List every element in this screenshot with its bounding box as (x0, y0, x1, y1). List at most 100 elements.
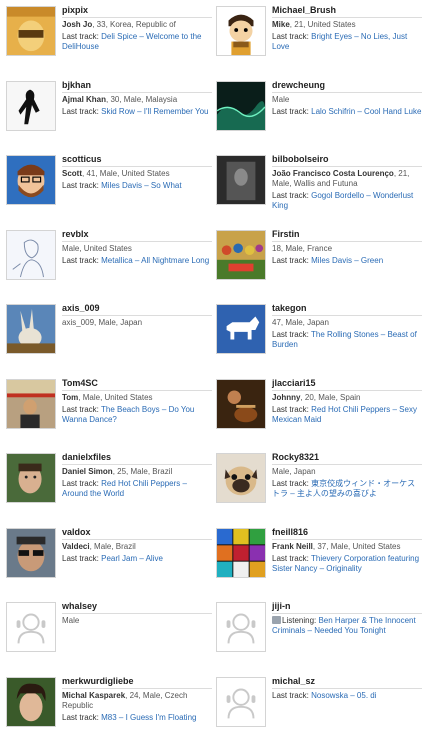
user-info: whalsey Male (62, 600, 212, 626)
username-link[interactable]: drewcheung (272, 79, 422, 93)
user-card: whalsey Male (0, 596, 216, 668)
real-name: Michal Kasparek (62, 691, 126, 700)
username-link[interactable]: bilbobolseiro (272, 153, 422, 167)
user-info: valdox Valdeci, Male, Brazil Last track: P… (62, 526, 212, 564)
default-avatar-icon[interactable] (6, 602, 56, 652)
real-name: Ajmal Khan (62, 95, 107, 104)
user-info: revblx Male, United States Last track: Met… (62, 228, 212, 266)
username-link[interactable]: whalsey (62, 600, 212, 614)
user-card: Tom4SC Tom, Male, United States Last track… (0, 373, 216, 445)
real-name: Josh Jo (62, 20, 93, 29)
user-demographics: , 21, United States (289, 20, 356, 29)
track-link[interactable]: Metallica – All Nightmare Long (101, 256, 209, 265)
track-link[interactable]: Skid Row – I'll Remember You (101, 107, 208, 116)
username-link[interactable]: jiji-n (272, 600, 422, 614)
last-track-label: Last track: (62, 479, 102, 488)
track-link[interactable]: Miles Davis – So What (101, 181, 181, 190)
user-details: João Francisco Costa Lourenço, 21, Male,… (272, 169, 422, 189)
user-card: bjkhan Ajmal Khan, 30, Male, Malaysia Last… (0, 75, 216, 147)
username-link[interactable]: axis_009 (62, 302, 212, 316)
last-track: Last track: Miles Davis – Green (272, 256, 422, 266)
user-avatar-rabbit[interactable] (6, 304, 56, 354)
username-link[interactable]: danielxfiles (62, 451, 212, 465)
user-details: Johnny, 20, Male, Spain (272, 393, 422, 403)
last-track: Last track: Pearl Jam – Alive (62, 554, 212, 564)
username-link[interactable]: Tom4SC (62, 377, 212, 391)
user-avatar-photo[interactable] (216, 379, 266, 429)
username-link[interactable]: michal_sz (272, 675, 422, 689)
last-track-label: Last track: (272, 479, 312, 488)
user-avatar-silhouette[interactable] (6, 81, 56, 131)
real-name: Frank Neill (272, 542, 313, 551)
last-track: Last track: Red Hot Chili Peppers – Sexy… (272, 405, 422, 425)
user-avatar-album-art[interactable] (216, 230, 266, 280)
default-avatar-icon[interactable] (216, 677, 266, 727)
user-avatar-sketch[interactable] (6, 230, 56, 280)
track-link[interactable]: M83 – I Guess I'm Floating (101, 713, 196, 722)
user-card: Rocky8321 Male, Japan Last track: 東京佼成ウィンド… (210, 447, 426, 519)
user-avatar-cartoon[interactable] (216, 6, 266, 56)
user-avatar-photo[interactable] (6, 677, 56, 727)
user-avatar-photo[interactable] (6, 528, 56, 578)
user-avatar-photo[interactable] (216, 155, 266, 205)
username-link[interactable]: fneill816 (272, 526, 422, 540)
user-avatar-collage[interactable] (216, 528, 266, 578)
username-link[interactable]: takegon (272, 302, 422, 316)
username-link[interactable]: Firstin (272, 228, 422, 242)
user-details: Ajmal Khan, 30, Male, Malaysia (62, 95, 212, 105)
last-track-label: Last track: (62, 256, 102, 265)
last-track: Last track: Thievery Corporation featuri… (272, 554, 422, 574)
username-link[interactable]: merkwurdigliebe (62, 675, 212, 689)
real-name: Scott (62, 169, 82, 178)
user-avatar-photo[interactable] (6, 379, 56, 429)
user-avatar-cartoon[interactable] (6, 155, 56, 205)
user-info: merkwurdigliebe Michal Kasparek, 24, Male… (62, 675, 212, 723)
user-avatar-photo[interactable] (6, 6, 56, 56)
track-link[interactable]: Pearl Jam – Alive (101, 554, 163, 563)
user-details: Josh Jo, 33, Korea, Republic of (62, 20, 212, 30)
last-track: Last track: Gogol Bordello – Wonderlust … (272, 191, 422, 211)
last-track-label: Last track: (272, 405, 312, 414)
last-track-label: Last track: (62, 32, 102, 41)
last-track: Last track: Deli Spice – Welcome to the … (62, 32, 212, 52)
username-link[interactable]: pixpix (62, 4, 212, 18)
user-avatar-pug[interactable] (216, 453, 266, 503)
default-avatar-icon[interactable] (216, 602, 266, 652)
last-track: Last track: Metallica – All Nightmare Lo… (62, 256, 212, 266)
user-info: axis_009 axis_009, Male, Japan (62, 302, 212, 328)
track-link[interactable]: Lalo Schifrin – Cool Hand Luke (311, 107, 421, 116)
user-avatar-dog[interactable] (216, 304, 266, 354)
track-link[interactable]: Nosowska – 05. di (311, 691, 376, 700)
username-link[interactable]: revblx (62, 228, 212, 242)
user-avatar-photo[interactable] (6, 453, 56, 503)
last-track-label: Last track: (62, 713, 102, 722)
user-demographics: , 20, Male, Spain (300, 393, 361, 402)
last-track: Last track: Skid Row – I'll Remember You (62, 107, 212, 117)
username-link[interactable]: Michael_Brush (272, 4, 422, 18)
user-demographics: axis_009, Male, Japan (62, 318, 143, 327)
track-link[interactable]: Miles Davis – Green (311, 256, 383, 265)
user-demographics: Male, Japan (272, 467, 316, 476)
last-track-label: Last track: (272, 107, 312, 116)
user-details: Male (62, 616, 212, 626)
username-link[interactable]: Rocky8321 (272, 451, 422, 465)
user-demographics: , 41, Male, United States (82, 169, 170, 178)
username-link[interactable]: scotticus (62, 153, 212, 167)
user-details: Daniel Simon, 25, Male, Brazil (62, 467, 212, 477)
username-link[interactable]: bjkhan (62, 79, 212, 93)
user-demographics: , 25, Male, Brazil (112, 467, 173, 476)
last-track: Last track: Bright Eyes – No Lies, Just … (272, 32, 422, 52)
user-info: Tom4SC Tom, Male, United States Last track… (62, 377, 212, 425)
username-link[interactable]: valdox (62, 526, 212, 540)
user-details: Male (272, 95, 422, 105)
user-details: Michal Kasparek, 24, Male, Czech Republi… (62, 691, 212, 711)
user-info: drewcheung Male Last track: Lalo Schifrin … (272, 79, 422, 117)
user-card: fneill816 Frank Neill, 37, Male, United S… (210, 522, 426, 594)
last-track: Last track: M83 – I Guess I'm Floating (62, 713, 212, 723)
user-card: takegon 47, Male, Japan Last track: The Ro… (210, 298, 426, 370)
user-info: Firstin 18, Male, France Last track: Miles… (272, 228, 422, 266)
username-link[interactable]: jlacciari15 (272, 377, 422, 391)
real-name: João Francisco Costa Lourenço (272, 169, 394, 178)
last-track-label: Last track: (272, 32, 312, 41)
user-avatar-abstract[interactable] (216, 81, 266, 131)
